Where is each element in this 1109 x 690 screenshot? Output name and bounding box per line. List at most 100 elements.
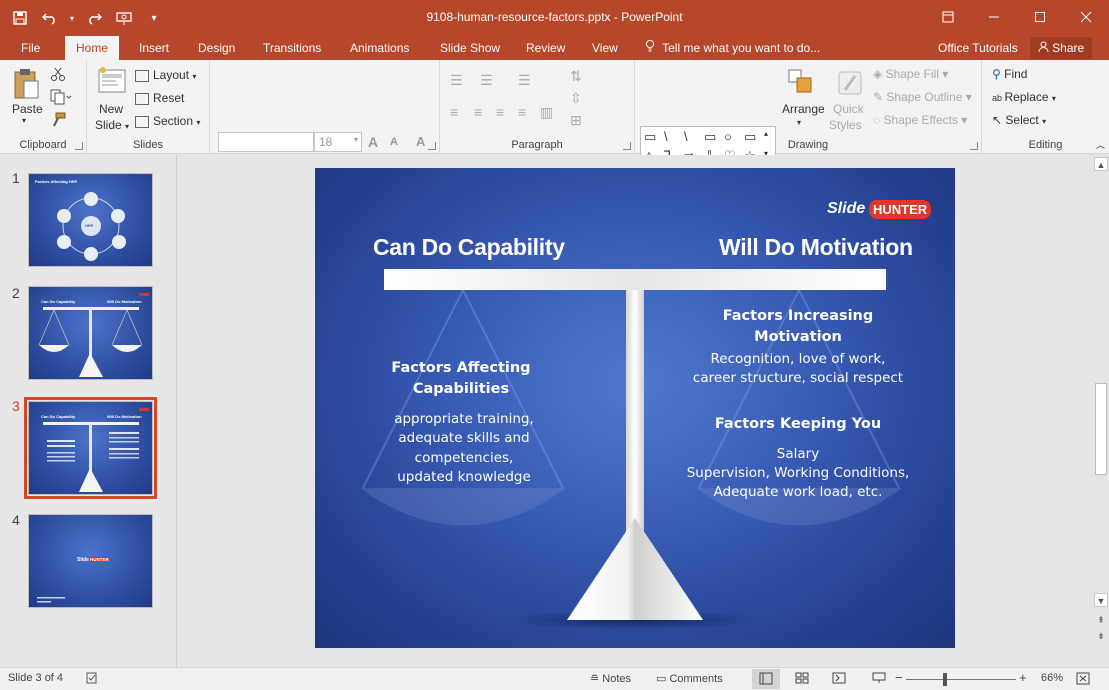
- reset-icon: [135, 92, 149, 105]
- right-body-2-line: Supervision, Working Conditions,: [686, 465, 910, 481]
- quick-styles-label-2[interactable]: Styles: [829, 118, 862, 132]
- slide-canvas[interactable]: Slide HUNTER Can Do Capability Will Do M…: [315, 168, 955, 648]
- shrink-font-button[interactable]: A: [390, 136, 398, 148]
- tab-home[interactable]: Home: [65, 36, 120, 60]
- tab-transitions[interactable]: Transitions: [252, 36, 332, 60]
- zoom-in-icon[interactable]: +: [1019, 670, 1027, 685]
- paste-icon[interactable]: [12, 68, 40, 102]
- slide-thumbnail-1[interactable]: Factors Affecting HRP HRP: [28, 173, 153, 267]
- select-label: Select: [1005, 113, 1039, 127]
- align-text-icon[interactable]: ⇳: [570, 90, 582, 107]
- ribbon-display-icon[interactable]: [925, 0, 971, 34]
- font-name-input[interactable]: [218, 132, 314, 152]
- zoom-out-icon[interactable]: −: [895, 670, 903, 685]
- notes-button[interactable]: ≘ Notes: [590, 672, 631, 685]
- status-bar: Slide 3 of 4 ≘ Notes ▭ Comments − + 66%: [0, 667, 1109, 690]
- collapse-ribbon-icon[interactable]: ︿: [1096, 138, 1105, 151]
- maximize-icon[interactable]: [1017, 0, 1063, 34]
- tab-view[interactable]: View: [581, 36, 629, 60]
- copy-icon[interactable]: [50, 89, 72, 108]
- previous-slide-icon[interactable]: ⇞: [1094, 613, 1108, 627]
- select-button[interactable]: ↖ Select ▾: [992, 113, 1046, 127]
- cut-icon[interactable]: [50, 66, 66, 85]
- zoom-slider[interactable]: [906, 679, 1016, 680]
- shape-outline-button[interactable]: ✎ Shape Outline ▾: [873, 90, 972, 104]
- replace-button[interactable]: ab Replace ▾: [992, 90, 1056, 104]
- font-launcher-icon[interactable]: [428, 142, 436, 150]
- zoom-level[interactable]: 66%: [1041, 672, 1063, 684]
- shape-arrow-line[interactable]: \: [684, 129, 688, 144]
- reading-view-icon[interactable]: [832, 672, 846, 687]
- align-right-icon[interactable]: ≡: [496, 104, 504, 120]
- justify-icon[interactable]: ≡: [518, 104, 526, 120]
- reset-button[interactable]: Reset: [135, 91, 184, 105]
- font-size-input[interactable]: 18 ▾: [314, 132, 362, 152]
- find-button[interactable]: ⚲ Find: [992, 67, 1027, 81]
- editing-label: Editing: [1028, 139, 1063, 151]
- tab-design[interactable]: Design: [187, 36, 246, 60]
- slide-thumbnail-2[interactable]: Can Do Capability Will Do Motivation: [28, 286, 153, 380]
- section-button[interactable]: Section ▾: [135, 114, 200, 128]
- align-center-icon[interactable]: ≡: [474, 104, 482, 120]
- tab-animations[interactable]: Animations: [339, 36, 420, 60]
- slideshow-view-icon[interactable]: [872, 672, 886, 687]
- align-left-icon[interactable]: ≡: [450, 104, 458, 120]
- minimize-icon[interactable]: [971, 0, 1017, 34]
- close-icon[interactable]: [1063, 0, 1109, 34]
- scroll-down-icon[interactable]: ▼: [1094, 593, 1108, 607]
- clear-formatting-button[interactable]: A: [416, 134, 425, 149]
- arrange-dropdown-icon[interactable]: ▾: [797, 118, 801, 127]
- tab-slide-show[interactable]: Slide Show: [429, 36, 511, 60]
- shape-fill-button[interactable]: ◈ Shape Fill ▾: [873, 67, 948, 81]
- indent-icon[interactable]: ☰: [518, 72, 531, 89]
- comments-label: Comments: [669, 673, 723, 685]
- next-slide-icon[interactable]: ⇟: [1094, 629, 1108, 643]
- smartart-icon[interactable]: ⊞: [570, 112, 582, 129]
- vertical-scrollbar[interactable]: ▲ ▼ ⇞ ⇟: [1093, 155, 1109, 667]
- account-name[interactable]: Office Tutorials: [938, 36, 1018, 60]
- bullets-icon[interactable]: ☰: [450, 72, 463, 89]
- left-body-line: appropriate training,: [394, 411, 534, 427]
- shape-rectangle[interactable]: ▭: [704, 129, 716, 145]
- paste-button[interactable]: Paste: [12, 102, 43, 116]
- spellcheck-icon[interactable]: [86, 672, 98, 687]
- tell-me-box[interactable]: Tell me what you want to do...: [645, 36, 820, 60]
- tab-review[interactable]: Review: [515, 36, 576, 60]
- shape-oval[interactable]: ○: [724, 129, 732, 144]
- arrange-icon[interactable]: [787, 68, 815, 98]
- new-slide-label-1[interactable]: New: [99, 102, 123, 116]
- numbering-icon[interactable]: ☰: [480, 72, 493, 89]
- paste-dropdown-icon[interactable]: ▾: [22, 116, 26, 125]
- shape-textbox[interactable]: ▭: [644, 129, 656, 145]
- tab-insert[interactable]: Insert: [128, 36, 180, 60]
- slide-sorter-icon[interactable]: [795, 672, 809, 687]
- clipboard-launcher-icon[interactable]: [75, 142, 83, 150]
- shape-effects-button[interactable]: ◌ Shape Effects ▾: [873, 113, 967, 127]
- slide-thumbnail-3[interactable]: Can Do Capability Will Do Motivation: [24, 397, 157, 499]
- gallery-up-icon[interactable]: ▴: [764, 129, 768, 138]
- fit-to-window-icon[interactable]: [1076, 672, 1090, 688]
- new-slide-button[interactable]: Slide ▾: [95, 118, 129, 132]
- shape-line[interactable]: \: [664, 129, 668, 144]
- tab-file[interactable]: File: [10, 36, 51, 60]
- quick-styles-label-1[interactable]: Quick: [833, 102, 864, 116]
- arrange-button[interactable]: Arrange: [782, 102, 825, 116]
- grow-font-button[interactable]: A: [368, 134, 378, 150]
- paragraph-launcher-icon[interactable]: [623, 142, 631, 150]
- new-slide-icon[interactable]: [97, 66, 127, 98]
- slide-thumbnail-4[interactable]: Slide HUNTER: [28, 514, 153, 608]
- shape-rounded-rect[interactable]: ▭: [744, 129, 756, 145]
- layout-button[interactable]: Layout ▾: [135, 68, 196, 82]
- normal-view-icon[interactable]: [752, 669, 780, 689]
- comments-button[interactable]: ▭ Comments: [656, 672, 723, 685]
- columns-icon[interactable]: ▥: [540, 104, 553, 121]
- share-button[interactable]: Share: [1030, 37, 1092, 59]
- quick-styles-icon[interactable]: [835, 68, 865, 100]
- drawing-launcher-icon[interactable]: [970, 142, 978, 150]
- zoom-slider-handle[interactable]: [943, 673, 947, 686]
- format-painter-icon[interactable]: [50, 112, 66, 131]
- scroll-up-icon[interactable]: ▲: [1094, 157, 1108, 171]
- text-direction-icon[interactable]: ⇅: [570, 68, 582, 85]
- layout-icon: [135, 69, 149, 82]
- scrollbar-thumb[interactable]: [1095, 383, 1107, 475]
